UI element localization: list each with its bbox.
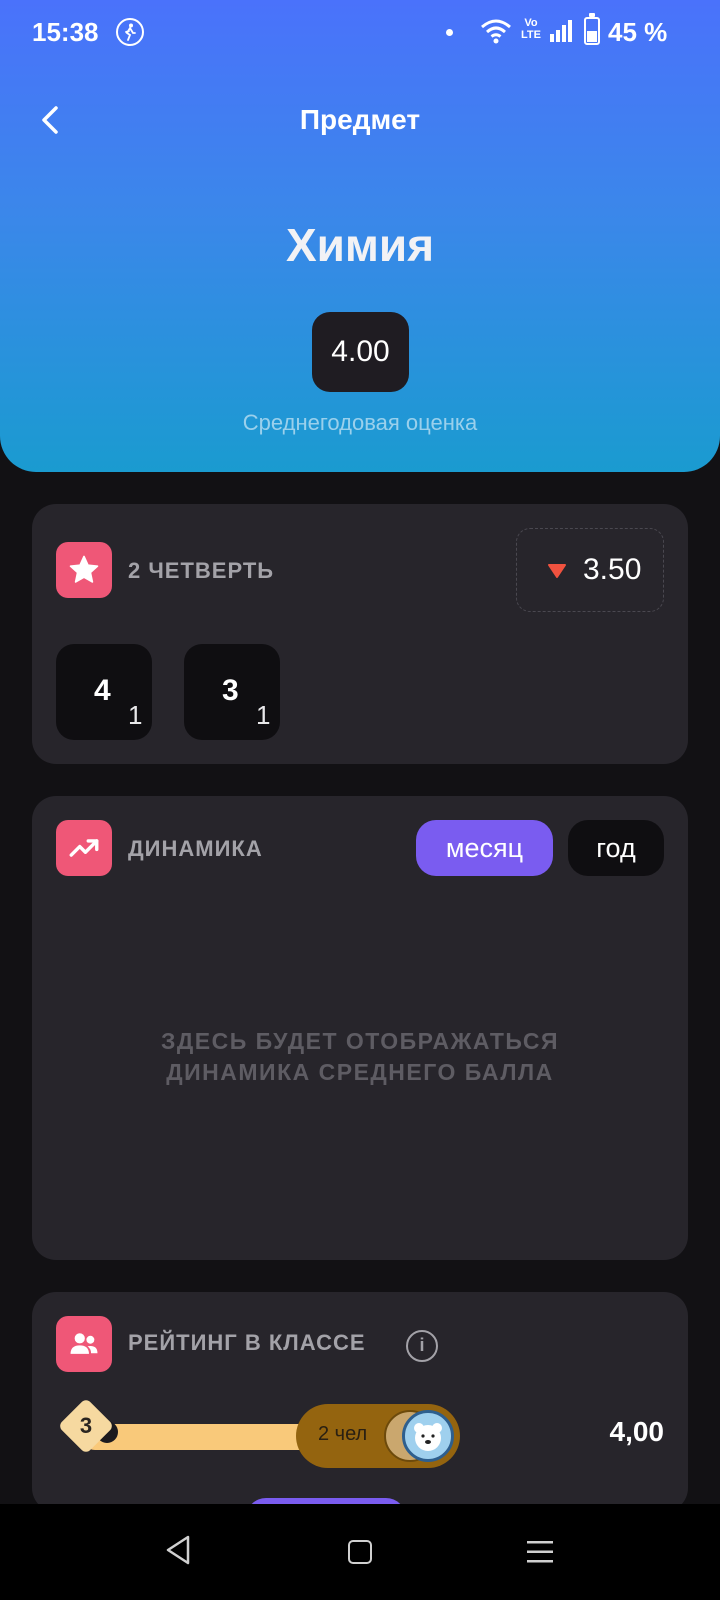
classmates-pill[interactable]: 2 чел [296, 1404, 460, 1468]
status-time: 15:38 [32, 17, 99, 47]
grade-value: 3 [222, 674, 239, 707]
rank-number: 3 [79, 1413, 93, 1438]
rating-card: РЕЙТИНГ В КЛАССЕ i 3 2 чел 4,00 [32, 1292, 688, 1512]
dynamics-empty-message: ЗДЕСЬ БУДЕТ ОТОБРАЖАТЬСЯ ДИНАМИКА СРЕДНЕ… [32, 1026, 688, 1088]
grade-count: 1 [256, 700, 271, 730]
rating-score: 4,00 [609, 1416, 665, 1447]
period-month-button[interactable]: месяц [416, 820, 553, 876]
notification-dot-icon [446, 29, 453, 36]
avatar [402, 1410, 454, 1462]
people-count: 2 чел [318, 1423, 368, 1445]
dynamics-card: ДИНАМИКА месяц год ЗДЕСЬ БУДЕТ ОТОБРАЖАТ… [32, 796, 688, 1260]
volte-top-label: Vo [524, 17, 538, 29]
volte-icon: Vo LTE [521, 17, 541, 41]
quarter-average: 3.50 [516, 528, 664, 612]
empty-message-line2: ДИНАМИКА СРЕДНЕГО БАЛЛА [166, 1059, 554, 1085]
average-grade-badge: 4.00 [312, 312, 409, 392]
nav-menu-icon[interactable] [526, 1539, 554, 1565]
bear-avatar-icon [414, 1423, 442, 1451]
people-icon [56, 1316, 112, 1372]
trend-up-icon [56, 820, 112, 876]
subject-name: Химия [285, 219, 435, 271]
wifi-icon [480, 18, 512, 49]
page-title: Предмет [299, 104, 421, 135]
trend-down-icon [548, 564, 566, 578]
quarter-average-value: 3.50 [583, 553, 642, 586]
grade-chip[interactable]: 3 1 [184, 644, 280, 740]
dynamics-title: ДИНАМИКА [128, 836, 263, 861]
signal-icon [550, 20, 574, 47]
empty-message-line1: ЗДЕСЬ БУДЕТ ОТОБРАЖАТЬСЯ [160, 1028, 560, 1054]
rating-title: РЕЙТИНГ В КЛАССЕ [128, 1330, 366, 1355]
quarter-card: 2 ЧЕТВЕРТЬ 3.50 4 1 3 1 [32, 504, 688, 764]
star-icon [56, 542, 112, 598]
battery-icon [584, 13, 600, 45]
system-nav-bar [0, 1504, 720, 1600]
subject-header: 15:38 Vo LTE 45 % Предмет Химия 4.00 Сре… [0, 0, 720, 472]
period-year-button[interactable]: год [568, 820, 664, 876]
grade-value: 4 [94, 674, 111, 707]
grade-chip[interactable]: 4 1 [56, 644, 152, 740]
nav-back-icon[interactable] [164, 1534, 192, 1566]
info-icon[interactable]: i [406, 1330, 438, 1362]
battery-percent: 45 % [608, 17, 668, 47]
status-bar: 15:38 Vo LTE 45 % [0, 0, 720, 64]
grade-count: 1 [128, 700, 143, 730]
walking-icon [116, 18, 144, 46]
nav-home-icon[interactable] [348, 1540, 372, 1564]
average-grade-caption: Среднегодовая оценка [242, 410, 478, 435]
quarter-title: 2 ЧЕТВЕРТЬ [128, 558, 275, 583]
volte-bottom-label: LTE [521, 29, 541, 41]
